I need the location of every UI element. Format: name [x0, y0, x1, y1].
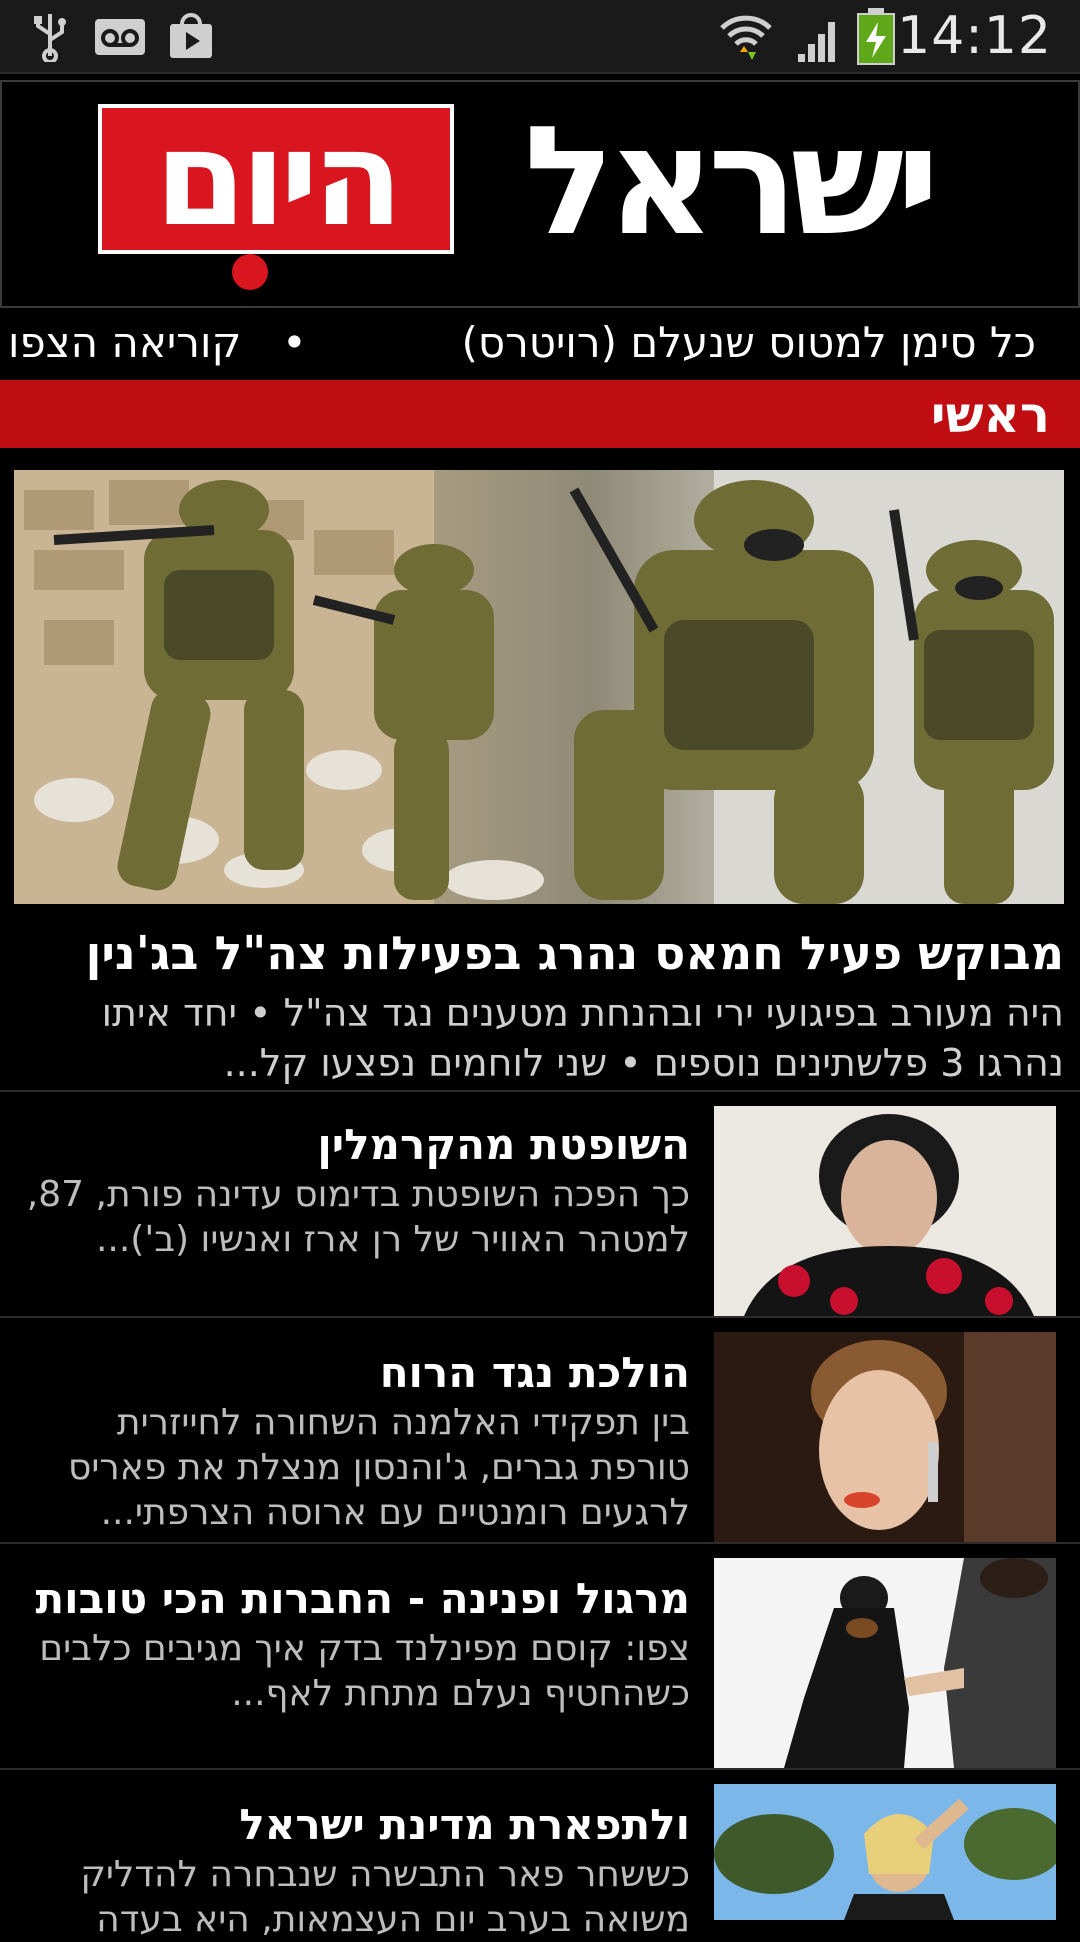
article-thumbnail-1[interactable] — [714, 1106, 1056, 1316]
hero-subtitle: היה מעורב בפיגועי ירי ובהנחת מטענים נגד … — [101, 991, 1064, 1085]
status-bar: 14:12 — [0, 0, 1080, 74]
app-header: היום ישראל — [0, 80, 1080, 308]
signal-icon — [794, 14, 844, 68]
ticker-bullet: • — [282, 318, 307, 367]
logo-white-text: ישראל — [523, 95, 940, 269]
divider — [0, 1316, 1080, 1318]
article-title-4[interactable]: ולתפארת מדינת ישראל — [20, 1800, 690, 1849]
wifi-icon — [718, 8, 774, 68]
usb-icon — [30, 12, 70, 66]
article-thumbnail-4[interactable] — [714, 1784, 1056, 1920]
hero-image[interactable] — [14, 470, 1064, 904]
article-subtitle-2: בין תפקידי האלמנה השחורה לחייזרית טורפת … — [68, 1402, 690, 1533]
article-title-1[interactable]: השופטת מהקרמלין — [20, 1120, 690, 1169]
article-title-3[interactable]: מרגול ופנינה - החברות הכי טובות — [20, 1574, 690, 1623]
section-header: ראשי — [0, 380, 1080, 448]
divider — [0, 1768, 1080, 1770]
article-subtitle-1: כך הפכה השופטת בדימוס עדינה פורת, 87, למ… — [26, 1174, 690, 1260]
article-subtitle-3: צפו: קוסם מפינלנד בדק איך מגיבים כלבים כ… — [39, 1628, 690, 1714]
shopping-bag-icon — [166, 10, 216, 64]
logo-red-text: היום — [154, 102, 404, 256]
divider — [0, 1542, 1080, 1544]
article-thumbnail-2[interactable] — [714, 1332, 1056, 1542]
battery-charging-icon — [856, 8, 896, 70]
article-thumbnail-3[interactable] — [714, 1558, 1056, 1768]
article-title-2[interactable]: הולכת נגד הרוח — [20, 1348, 690, 1397]
news-ticker[interactable]: כל סימן למטוס שנעלם (רויטרס) • קוריאה הצ… — [0, 310, 1080, 380]
logo-red-block: היום — [98, 102, 454, 256]
divider — [0, 1090, 1080, 1092]
article-subtitle-4: כששחר פאר התבשרה שנבחרה להדליק משואה בער… — [80, 1854, 690, 1940]
voicemail-icon — [94, 18, 146, 60]
ticker-item-1[interactable]: כל סימן למטוס שנעלם (רויטרס) — [461, 318, 1036, 367]
ticker-item-2[interactable]: קוריאה הצפו — [8, 318, 241, 367]
clock-time: 14:12 — [897, 6, 1052, 66]
hero-title[interactable]: מבוקש פעיל חמאס נהרג בפעילות צה"ל בג'נין — [14, 926, 1064, 980]
logo-dot — [232, 254, 268, 290]
section-title: ראשי — [930, 386, 1050, 444]
